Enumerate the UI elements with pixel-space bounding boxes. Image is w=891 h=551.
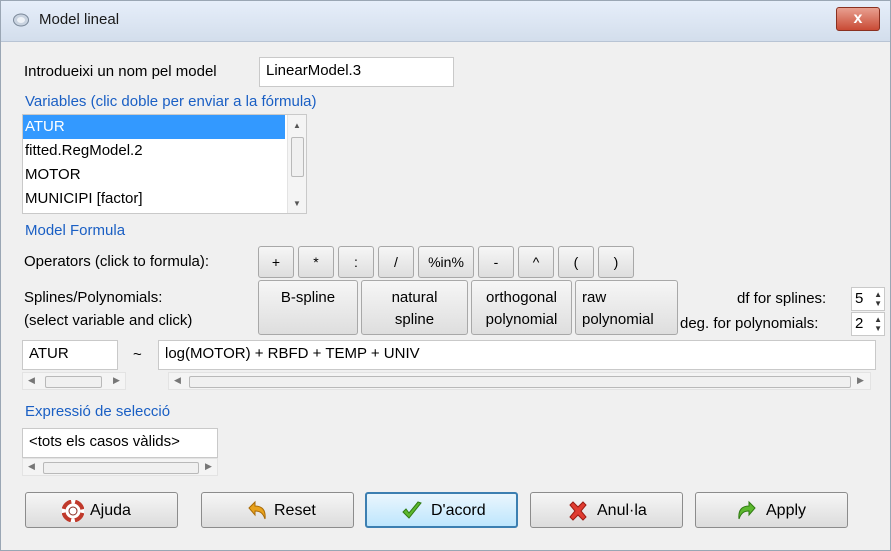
button-label: polynomial bbox=[582, 311, 654, 328]
button-label: B-spline bbox=[280, 289, 336, 306]
scroll-right-icon[interactable]: ▶ bbox=[205, 461, 212, 472]
dialog-window: Model lineal x Introdueixi un nom pel mo… bbox=[0, 0, 891, 551]
natural-spline-button[interactable]: natural spline bbox=[361, 280, 468, 335]
button-label: orthogonal bbox=[486, 289, 557, 306]
spin-arrows-icon[interactable]: ▲ ▼ bbox=[874, 315, 882, 333]
button-label: Ajuda bbox=[90, 502, 131, 519]
model-name-input[interactable]: LinearModel.3 bbox=[259, 57, 454, 87]
tilde-symbol: ~ bbox=[133, 346, 142, 363]
scroll-thumb[interactable] bbox=[43, 462, 199, 474]
list-item[interactable]: fitted.RegModel.2 bbox=[23, 139, 285, 163]
subset-input[interactable]: <tots els casos vàlids> bbox=[22, 428, 218, 458]
formula-lhs-input[interactable]: ATUR bbox=[22, 340, 118, 370]
button-label: natural bbox=[391, 289, 438, 306]
df-splines-label: df for splines: bbox=[737, 290, 827, 307]
operator-in-button[interactable]: %in% bbox=[418, 246, 474, 278]
operator-times-button[interactable]: * bbox=[298, 246, 334, 278]
scroll-left-icon[interactable]: ◀ bbox=[174, 375, 181, 386]
lifebuoy-icon bbox=[62, 500, 84, 522]
help-button[interactable]: Ajuda bbox=[25, 492, 178, 528]
undo-arrow-icon bbox=[248, 500, 266, 520]
subset-horizontal-scrollbar[interactable]: ◀ ▶ bbox=[22, 458, 218, 476]
close-button[interactable]: x bbox=[836, 7, 880, 31]
button-label: polynomial bbox=[485, 311, 558, 328]
operator-minus-button[interactable]: - bbox=[478, 246, 514, 278]
scroll-right-icon[interactable]: ▶ bbox=[857, 375, 864, 386]
button-label: raw bbox=[582, 289, 607, 306]
operator-power-button[interactable]: ^ bbox=[518, 246, 554, 278]
variables-heading: Variables (clic doble per enviar a la fó… bbox=[25, 93, 317, 110]
deg-polynomials-spinner[interactable]: 2 ▲ ▼ bbox=[851, 312, 885, 336]
scroll-left-icon[interactable]: ◀ bbox=[28, 461, 35, 472]
scroll-right-icon[interactable]: ▶ bbox=[113, 375, 120, 386]
button-label: Reset bbox=[274, 502, 316, 519]
splines-hint: (select variable and click) bbox=[24, 312, 193, 329]
operator-divide-button[interactable]: / bbox=[378, 246, 414, 278]
spin-arrows-icon[interactable]: ▲ ▼ bbox=[874, 290, 882, 308]
button-label: D'acord bbox=[431, 502, 486, 519]
formula-rhs-input[interactable]: log(MOTOR) + RBFD + TEMP + UNIV bbox=[158, 340, 876, 370]
window-title: Model lineal bbox=[39, 11, 120, 28]
operator-plus-button[interactable]: + bbox=[258, 246, 294, 278]
operator-close-paren-button[interactable]: ) bbox=[598, 246, 634, 278]
button-label: spline bbox=[394, 311, 435, 328]
model-name-label: Introdueixi un nom pel model bbox=[24, 63, 217, 80]
b-spline-button[interactable]: B-spline bbox=[258, 280, 358, 335]
r-app-icon bbox=[13, 13, 29, 27]
reset-button[interactable]: Reset bbox=[201, 492, 354, 528]
df-splines-spinner[interactable]: 5 ▲ ▼ bbox=[851, 287, 885, 311]
button-label: Anul·la bbox=[597, 502, 647, 519]
scroll-thumb[interactable] bbox=[189, 376, 851, 388]
ok-button[interactable]: D'acord bbox=[365, 492, 518, 528]
deg-polynomials-label: deg. for polynomials: bbox=[680, 315, 819, 332]
forward-arrow-icon bbox=[738, 500, 756, 520]
variables-listbox[interactable]: ATUR fitted.RegModel.2 MOTOR MUNICIPI [f… bbox=[22, 114, 307, 214]
scroll-up-icon[interactable]: ▲ bbox=[293, 121, 301, 130]
scroll-thumb[interactable] bbox=[45, 376, 102, 388]
raw-polynomial-button[interactable]: raw polynomial bbox=[575, 280, 678, 335]
operator-colon-button[interactable]: : bbox=[338, 246, 374, 278]
list-item-selected[interactable]: ATUR bbox=[23, 115, 285, 139]
scroll-left-icon[interactable]: ◀ bbox=[28, 375, 35, 386]
close-icon: x bbox=[853, 10, 863, 27]
list-item[interactable]: MOTOR bbox=[23, 163, 285, 187]
rhs-horizontal-scrollbar[interactable]: ◀ ▶ bbox=[168, 372, 871, 390]
red-x-icon bbox=[569, 501, 587, 521]
subset-heading: Expressió de selecció bbox=[25, 403, 171, 420]
operators-label: Operators (click to formula): bbox=[24, 253, 210, 270]
spinner-value: 2 bbox=[855, 315, 864, 332]
spinner-value: 5 bbox=[855, 290, 864, 307]
apply-button[interactable]: Apply bbox=[695, 492, 848, 528]
title-bar: Model lineal x bbox=[1, 1, 890, 42]
variables-vertical-scrollbar[interactable]: ▲ ▼ bbox=[287, 115, 306, 213]
scroll-thumb[interactable] bbox=[291, 137, 304, 177]
scroll-down-icon[interactable]: ▼ bbox=[293, 199, 301, 208]
lhs-horizontal-scrollbar[interactable]: ◀ ▶ bbox=[22, 372, 126, 390]
operator-open-paren-button[interactable]: ( bbox=[558, 246, 594, 278]
orthogonal-polynomial-button[interactable]: orthogonal polynomial bbox=[471, 280, 572, 335]
list-item[interactable]: MUNICIPI [factor] bbox=[23, 187, 285, 211]
splines-label: Splines/Polynomials: bbox=[24, 289, 163, 306]
cancel-button[interactable]: Anul·la bbox=[530, 492, 683, 528]
checkmark-icon bbox=[402, 501, 422, 519]
model-formula-heading: Model Formula bbox=[25, 222, 126, 239]
button-label: Apply bbox=[766, 502, 807, 519]
